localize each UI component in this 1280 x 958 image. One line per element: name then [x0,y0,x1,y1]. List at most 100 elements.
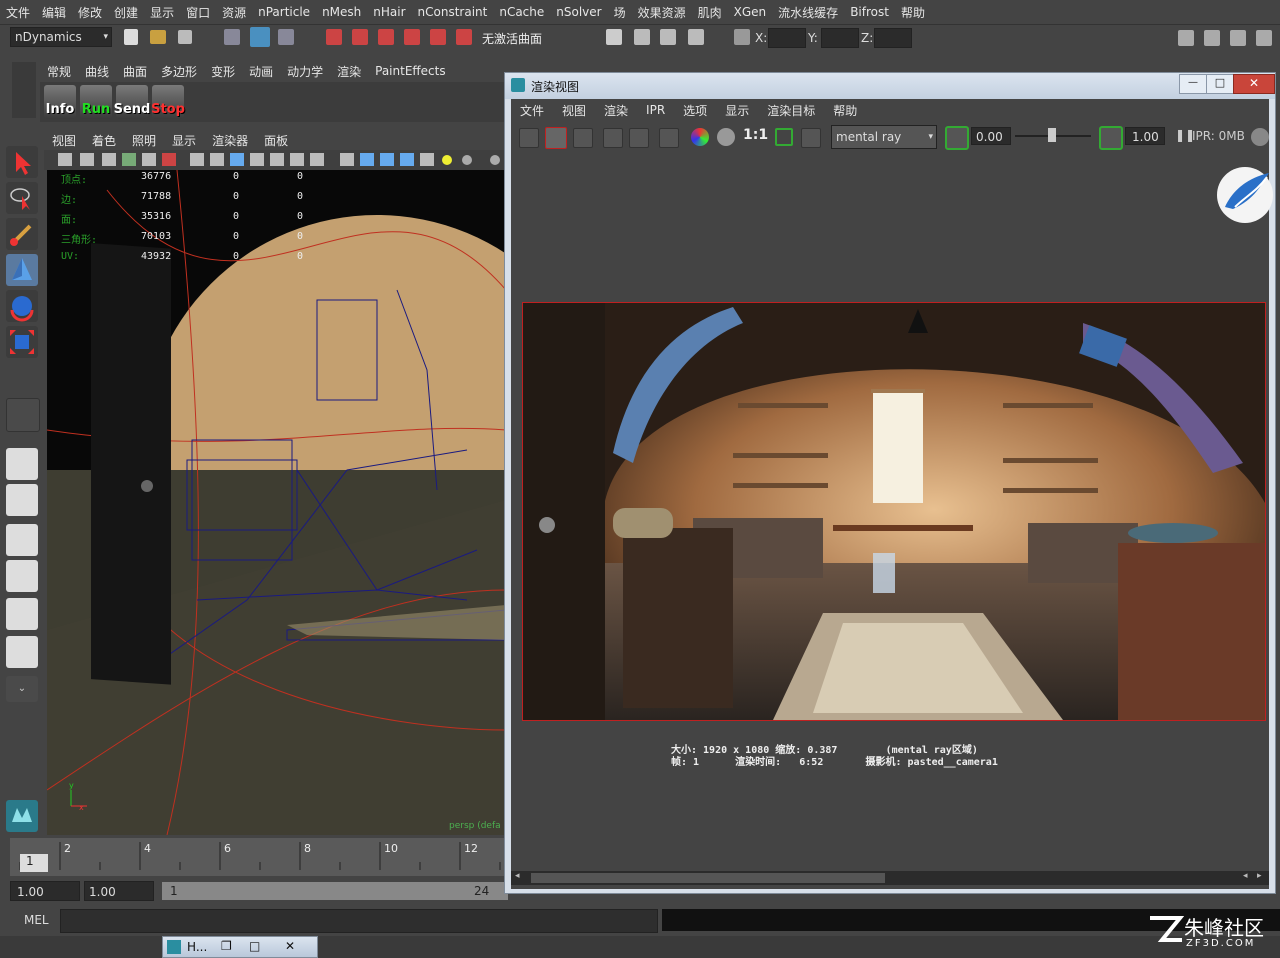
redo-render-icon[interactable] [519,128,539,148]
exposure-slider-handle[interactable] [1048,128,1056,142]
shelf-button-run[interactable]: Run [80,85,112,119]
menu-item-9[interactable]: nHair [367,5,411,19]
z-input[interactable] [874,28,912,48]
close-button[interactable]: ✕ [1233,74,1275,94]
menu-item-10[interactable]: nConstraint [412,5,494,19]
move-tool-icon[interactable] [6,254,38,286]
new-scene-icon[interactable] [124,29,138,45]
shelf-options-strip[interactable] [12,62,36,118]
snap-view-plane-icon[interactable] [404,29,420,45]
minimized-window[interactable]: H... ❐ □ ✕ [162,936,318,958]
gamma-field[interactable]: 1.00 [1125,127,1165,145]
viewport-menu-item-4[interactable]: 渲染器 [204,132,256,149]
menu-item-17[interactable]: 流水线缓存 [772,4,844,21]
snap-grid-icon[interactable] [326,29,342,45]
menu-item-18[interactable]: Bifrost [844,5,895,19]
layout-more-icon[interactable]: ⌄ [6,676,38,702]
maximize-button[interactable]: □ [1206,74,1234,94]
viewport-menu-item-5[interactable]: 面板 [256,132,296,149]
attribute-editor-icon[interactable] [1204,30,1220,46]
render-view-menu-item-2[interactable]: 渲染 [595,102,637,119]
open-scene-icon[interactable] [150,30,166,44]
gamma-reset-icon[interactable] [1099,126,1123,150]
alpha-channel-icon[interactable] [717,128,735,146]
hypershade-icon[interactable] [688,29,704,45]
renderer-dropdown[interactable]: mental ray ▾ [831,125,937,149]
last-tool-slot[interactable] [6,398,40,432]
viewport-menu-item-3[interactable]: 显示 [164,132,204,149]
menu-item-19[interactable]: 帮助 [895,4,931,21]
playback-start-field[interactable]: 1.00 [84,881,154,901]
scale-tool-icon[interactable] [6,326,38,358]
menu-item-5[interactable]: 窗口 [180,4,216,21]
layout-single-icon[interactable] [6,448,38,480]
shelf-tab-5[interactable]: 动画 [242,63,280,80]
shelf-tab-0[interactable]: 常规 [40,63,78,80]
layout-four-icon[interactable] [6,484,38,516]
render-view-menu-item-7[interactable]: 帮助 [824,102,866,119]
menu-item-15[interactable]: 肌肉 [692,4,728,21]
shelf-tab-1[interactable]: 曲线 [78,63,116,80]
refresh-ipr-icon[interactable] [629,128,649,148]
range-bar[interactable]: 1 24 [162,882,508,900]
paint-select-tool-icon[interactable] [6,218,38,250]
menu-item-11[interactable]: nCache [493,5,550,19]
viewport-toolbar-icons[interactable] [44,150,506,170]
menu-item-1[interactable]: 编辑 [36,4,72,21]
render-settings-icon[interactable] [660,29,676,45]
time-slider[interactable]: 2 4 6 8 10 12 1 [10,838,508,876]
current-frame-marker[interactable]: 1 [20,854,48,872]
select-object-icon[interactable] [250,27,270,47]
render-view-titlebar[interactable]: 渲染视图 — □ ✕ [505,73,1275,99]
menu-item-2[interactable]: 修改 [72,4,108,21]
perspective-viewport[interactable]: persp (defa y x 顶点: 36776 0 0 边: 71788 0 0 面: 353… [47,170,506,835]
rotate-tool-icon[interactable] [6,290,38,322]
shelf-button-info[interactable]: Info [44,85,76,119]
render-view-menu-item-3[interactable]: IPR [637,103,674,117]
layout-hypershade-icon[interactable] [6,636,38,668]
start-time-field[interactable]: 1.00 [10,881,80,901]
menu-item-16[interactable]: XGen [728,5,773,19]
make-live-icon[interactable] [456,29,472,45]
tool-settings-icon[interactable] [1230,30,1246,46]
x-input[interactable] [768,28,806,48]
menu-item-4[interactable]: 显示 [144,4,180,21]
ipr-icon[interactable] [603,128,623,148]
menu-item-8[interactable]: nMesh [316,5,367,19]
render-view-menu-item-5[interactable]: 显示 [716,102,758,119]
viewport-menu-item-2[interactable]: 照明 [124,132,164,149]
shelf-tab-4[interactable]: 变形 [204,63,242,80]
menu-item-3[interactable]: 创建 [108,4,144,21]
channel-box-icon[interactable] [1256,30,1272,46]
viewport-menu-item-0[interactable]: 视图 [44,132,84,149]
ipr-render-icon[interactable] [634,29,650,45]
shelf-tab-8[interactable]: PaintEffects [368,64,452,78]
menu-item-13[interactable]: 场 [608,4,632,21]
shelf-tab-7[interactable]: 渲染 [330,63,368,80]
y-input[interactable] [821,28,859,48]
layout-graph-icon[interactable] [6,560,38,592]
render-view-menu-item-6[interactable]: 渲染目标 [758,102,824,119]
layout-outliner-persp-icon[interactable] [6,598,38,630]
real-size-button[interactable]: 1:1 [743,127,768,143]
menu-item-14[interactable]: 效果资源 [632,4,692,21]
snap-live-icon[interactable] [430,29,446,45]
exposure-field[interactable]: 0.00 [971,127,1011,145]
render-view-menu-item-4[interactable]: 选项 [674,102,716,119]
layout-outliner-icon[interactable] [6,524,38,556]
remove-image-icon[interactable] [801,128,821,148]
restore-icon[interactable]: ❐ [221,939,232,953]
scrollbar-thumb[interactable] [531,873,885,883]
save-scene-icon[interactable] [178,30,192,44]
maximize-icon[interactable]: □ [249,939,260,953]
shelf-tab-2[interactable]: 曲面 [116,63,154,80]
menuset-dropdown[interactable]: nDynamics ▾ [10,27,112,47]
render-image-area[interactable]: 大小: 1920 x 1080 缩放: 0.387 (mental ray区域)… [511,153,1273,871]
options-icon[interactable] [659,128,679,148]
close-icon[interactable]: ✕ [285,939,295,953]
scroll-left-icon[interactable]: ◂ [1243,871,1248,881]
menu-item-7[interactable]: nParticle [252,5,316,19]
shelf-tab-6[interactable]: 动力学 [280,63,330,80]
minimize-button[interactable]: — [1179,74,1207,94]
lasso-tool-icon[interactable] [6,182,38,214]
